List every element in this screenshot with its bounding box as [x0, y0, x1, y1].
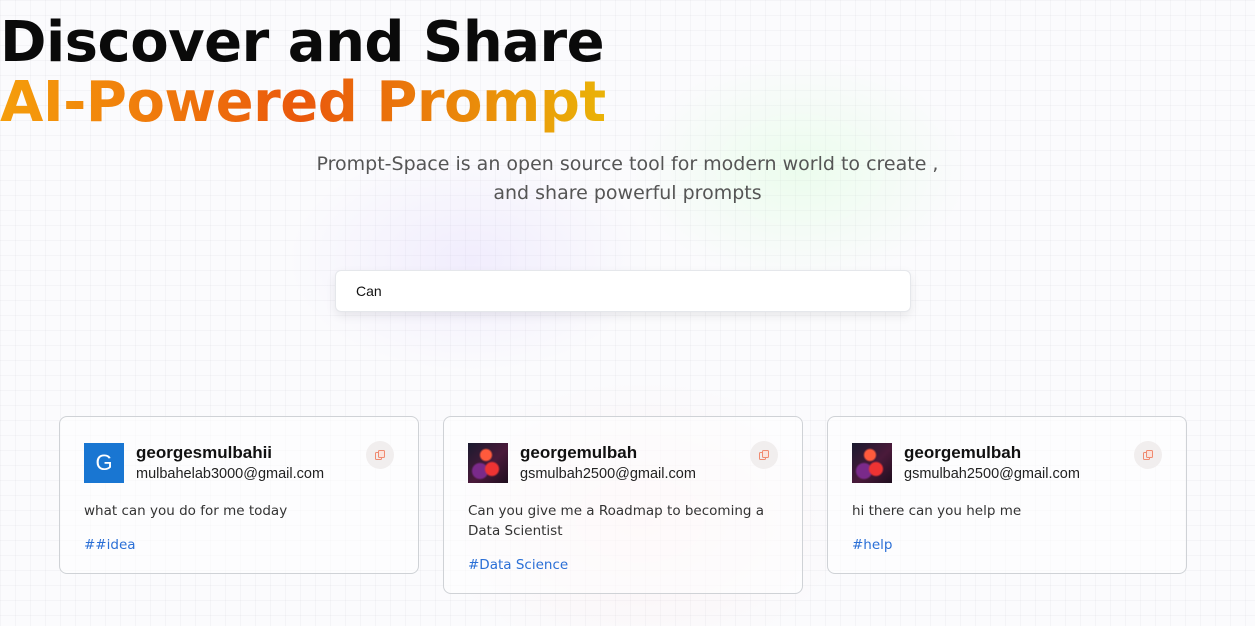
copy-button[interactable]: [366, 441, 394, 469]
avatar[interactable]: G: [84, 443, 124, 483]
copy-icon: [759, 450, 769, 460]
hero-subtitle: AI-Powered Prompt: [0, 68, 1255, 138]
card-tag[interactable]: #help: [852, 537, 1162, 553]
card-prompt: what can you do for me today: [84, 503, 288, 519]
copy-icon: [375, 450, 385, 460]
hero-description: Prompt-Space is an open source tool for …: [316, 153, 939, 204]
hero-gradient-text: AI-Powered Prompt: [0, 70, 606, 135]
card-email: mulbahelab3000@gmail.com: [136, 466, 325, 482]
card-username[interactable]: georgesmulbahii: [136, 443, 272, 463]
card-tag[interactable]: ##idea: [84, 537, 394, 553]
card-header: georgemulbah gsmulbah2500@gmail.com: [468, 441, 778, 485]
card-header: georgemulbah gsmulbah2500@gmail.com: [852, 441, 1162, 485]
prompt-card: georgemulbah gsmulbah2500@gmail.com Can …: [443, 416, 803, 594]
card-prompt: hi there can you help me: [852, 503, 1022, 519]
prompt-card: G georgesmulbahii mulbahelab3000@gmail.c…: [59, 416, 419, 574]
card-tag[interactable]: #Data Science: [468, 557, 778, 573]
card-email: gsmulbah2500@gmail.com: [904, 466, 1080, 482]
search-input[interactable]: [335, 270, 911, 312]
avatar[interactable]: [852, 443, 892, 483]
card-header: G georgesmulbahii mulbahelab3000@gmail.c…: [84, 441, 394, 485]
copy-button[interactable]: [1134, 441, 1162, 469]
card-prompt: Can you give me a Roadmap to becoming a …: [468, 503, 765, 539]
copy-icon: [1143, 450, 1153, 460]
prompt-card: georgemulbah gsmulbah2500@gmail.com hi t…: [827, 416, 1187, 574]
card-username[interactable]: georgemulbah: [520, 443, 637, 463]
card-email: gsmulbah2500@gmail.com: [520, 466, 696, 482]
card-username[interactable]: georgemulbah: [904, 443, 1021, 463]
avatar[interactable]: [468, 443, 508, 483]
copy-button[interactable]: [750, 441, 778, 469]
